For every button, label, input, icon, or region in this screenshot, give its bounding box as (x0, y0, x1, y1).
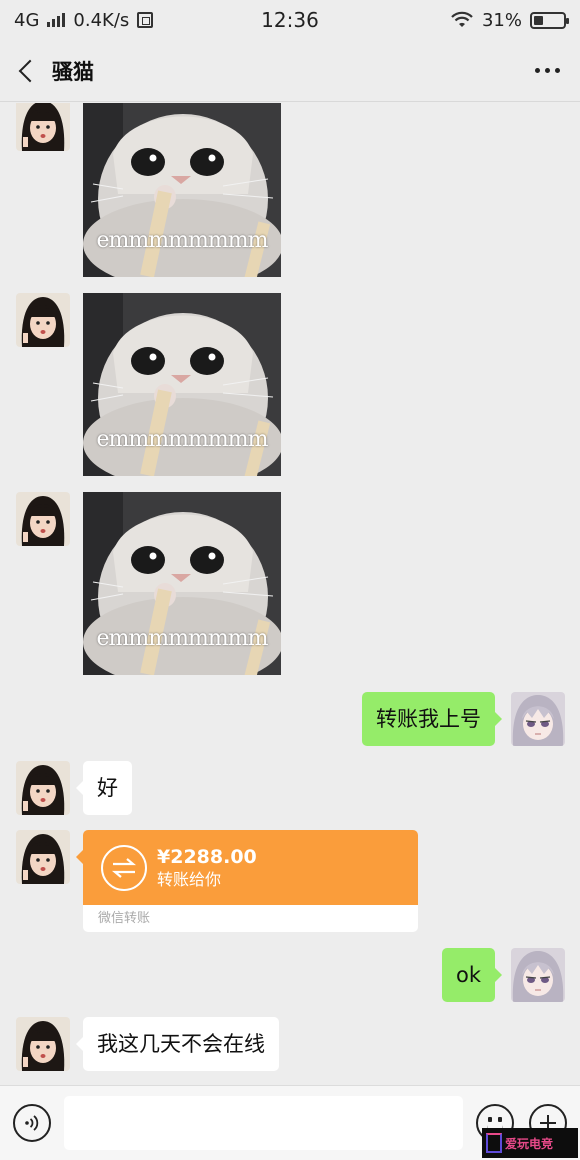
watermark-icon (486, 1133, 502, 1153)
incoming-message-bubble[interactable]: 我这几天不会在线 (76, 1017, 279, 1071)
contact-avatar[interactable] (16, 492, 70, 546)
message-input[interactable] (64, 1096, 463, 1150)
contact-avatar[interactable] (16, 1017, 70, 1071)
cat-sticker-image[interactable]: emmmmmmmm (83, 293, 281, 476)
transfer-note: 转账给你 (157, 869, 222, 889)
chat-title: 骚猫 (52, 59, 94, 84)
signal-icon (47, 13, 66, 27)
sticker-caption: emmmmmmmm (96, 626, 269, 651)
outgoing-message-bubble[interactable]: ok (441, 948, 503, 1002)
contact-avatar[interactable] (16, 293, 70, 347)
battery-percent: 31% (481, 9, 522, 31)
more-icon[interactable] (535, 60, 560, 80)
contact-avatar[interactable] (16, 830, 70, 884)
my-avatar[interactable] (511, 692, 565, 746)
cat-sticker-image[interactable]: emmmmmmmm (83, 103, 281, 277)
watermark-logo: 爱玩电竞 (482, 1128, 578, 1158)
contact-avatar[interactable] (16, 761, 70, 815)
sticker-caption: emmmmmmmm (96, 427, 269, 452)
battery-icon (530, 11, 569, 29)
voice-icon[interactable] (13, 1104, 51, 1142)
transfer-amount: ¥2288.00 (157, 845, 257, 868)
wifi-icon (451, 11, 473, 27)
network-speed: 0.4K/s (73, 9, 130, 31)
chat-header: 骚猫 (0, 40, 580, 102)
sticker-caption: emmmmmmmm (96, 228, 269, 253)
transfer-footer: 微信转账 (83, 905, 418, 932)
chat-messages[interactable]: emmmmmmmm emmmmmmmm emmmmmmmm 转账我上号 好 ¥2… (0, 103, 580, 1085)
status-bar: 4G 0.4K/s 12:36 31% (0, 0, 580, 40)
transfer-icon (101, 844, 147, 891)
my-avatar[interactable] (511, 948, 565, 1002)
contact-avatar[interactable] (16, 103, 70, 151)
cat-sticker-image[interactable]: emmmmmmmm (83, 492, 281, 675)
outgoing-message-bubble[interactable]: 转账我上号 (362, 692, 502, 746)
transfer-card[interactable]: ¥2288.00 转账给你 微信转账 (76, 830, 418, 932)
watermark-text: 爱玩电竞 (505, 1136, 554, 1151)
back-icon[interactable] (0, 40, 52, 102)
incoming-message-bubble[interactable]: 好 (76, 761, 132, 815)
network-type: 4G (14, 9, 40, 31)
sim-icon (137, 12, 154, 28)
